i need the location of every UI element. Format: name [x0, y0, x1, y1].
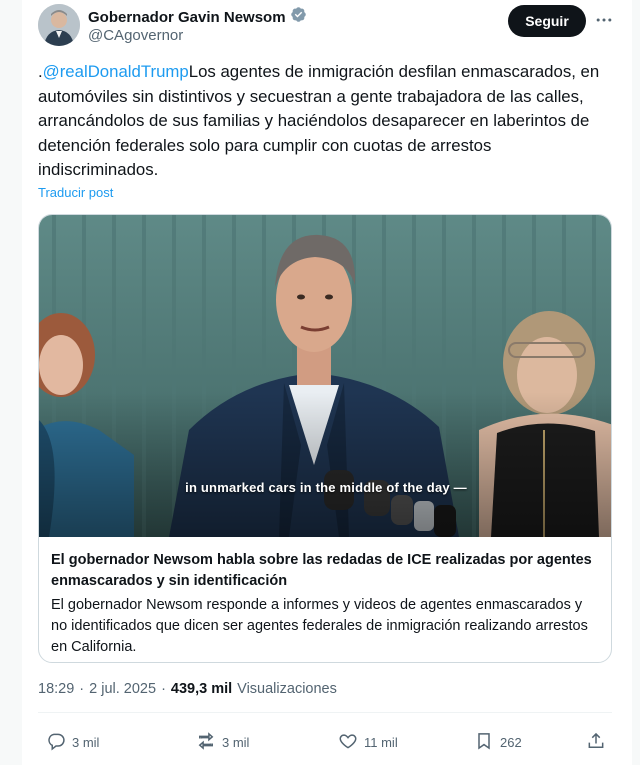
bookmark-count: 262: [500, 735, 522, 750]
link-card-title[interactable]: El gobernador Newsom habla sobre las red…: [51, 550, 601, 592]
mention-link[interactable]: @realDonaldTrump: [43, 62, 189, 81]
more-icon[interactable]: [592, 8, 616, 32]
verified-badge-icon: [290, 6, 307, 28]
tweet-time[interactable]: 18:29: [38, 681, 74, 697]
bookmark-icon: [474, 731, 494, 754]
author-handle[interactable]: @CAgovernor: [88, 27, 183, 44]
translate-link[interactable]: Traducir post: [38, 185, 113, 200]
share-button[interactable]: [586, 731, 606, 754]
video-thumbnail[interactable]: in unmarked cars in the middle of the da…: [39, 215, 611, 537]
meta-separator: ·: [79, 681, 85, 697]
follow-button[interactable]: Seguir: [508, 5, 586, 37]
author-name-row: Gobernador Gavin Newsom: [88, 6, 307, 28]
like-count: 11 mil: [364, 735, 398, 750]
divider: [38, 712, 612, 713]
tweet-date[interactable]: 2 jul. 2025: [89, 681, 156, 697]
reply-icon: [46, 731, 66, 754]
action-bar: 3 mil 3 mil 11 mil 262: [38, 731, 612, 757]
tweet-card: Gobernador Gavin Newsom @CAgovernor Segu…: [22, 0, 632, 765]
meta-separator: ·: [161, 681, 166, 697]
share-icon: [586, 731, 606, 754]
link-card-description: El gobernador Newsom responde a informes…: [51, 597, 588, 655]
repost-count: 3 mil: [222, 735, 250, 750]
tweet-meta: 18:29 · 2 jul. 2025 · 439,3 mil Visualiz…: [38, 681, 337, 697]
video-caption: in unmarked cars in the middle of the da…: [185, 480, 467, 495]
reply-count: 3 mil: [72, 735, 100, 750]
heart-icon: [338, 731, 358, 754]
tweet-text: .@realDonaldTrumpLos agentes de inmigrac…: [38, 60, 610, 183]
avatar[interactable]: [38, 4, 80, 46]
repost-button[interactable]: 3 mil: [196, 731, 249, 754]
bookmark-button[interactable]: 262: [474, 731, 522, 754]
views-label: Visualizaciones: [237, 681, 337, 697]
reply-button[interactable]: 3 mil: [46, 731, 99, 754]
like-button[interactable]: 11 mil: [338, 731, 398, 754]
link-card[interactable]: in unmarked cars in the middle of the da…: [38, 214, 612, 663]
display-name[interactable]: Gobernador Gavin Newsom: [88, 9, 286, 26]
views-count: 439,3 mil: [170, 681, 233, 697]
repost-icon: [196, 731, 216, 754]
